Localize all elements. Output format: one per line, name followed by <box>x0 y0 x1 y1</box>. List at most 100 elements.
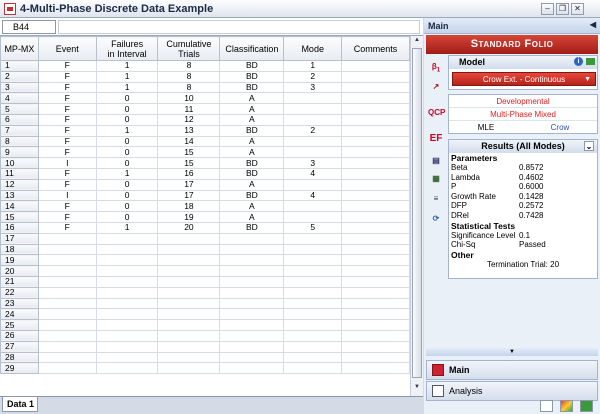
column-header-1[interactable]: Event <box>37 36 97 61</box>
cell-event[interactable] <box>37 319 97 331</box>
ef-icon[interactable]: EF <box>428 131 444 147</box>
calculate-icon[interactable] <box>560 400 573 412</box>
cell-comments[interactable] <box>341 275 410 288</box>
cell-trials[interactable]: 11 <box>157 103 221 115</box>
cell-cls[interactable] <box>219 286 285 299</box>
panel-collapse-icon[interactable]: ◀ <box>590 20 596 29</box>
qcp-icon[interactable]: QCP <box>428 105 445 121</box>
cell-fail[interactable] <box>95 265 159 277</box>
cell-mode[interactable]: 3 <box>283 81 343 94</box>
cell-trials[interactable] <box>157 308 221 321</box>
row-header[interactable]: 10 <box>0 157 39 169</box>
cell-comments[interactable] <box>341 92 410 105</box>
cell-cls[interactable] <box>219 275 285 288</box>
cell-event[interactable] <box>37 286 97 299</box>
cell-event[interactable]: I <box>37 189 97 202</box>
cell-cls[interactable]: A <box>219 200 285 213</box>
cell-comments[interactable] <box>341 211 410 223</box>
cell-fail[interactable] <box>95 232 159 245</box>
cell-mode[interactable] <box>283 243 343 256</box>
cell-cls[interactable]: A <box>219 146 285 159</box>
cell-event[interactable]: F <box>37 178 97 191</box>
scroll-thumb[interactable] <box>412 48 422 378</box>
cell-trials[interactable] <box>157 340 221 353</box>
cell-trials[interactable]: 8 <box>157 70 221 83</box>
wizard-icon[interactable]: ≡ <box>428 191 444 207</box>
results-options-chevron-icon[interactable]: ⌄ <box>584 141 594 151</box>
nav-analysis-button[interactable]: Analysis <box>426 381 598 401</box>
row-header[interactable]: 3 <box>0 81 39 94</box>
row-header[interactable]: 26 <box>0 329 39 342</box>
cell-event[interactable] <box>37 297 97 310</box>
cell-fail[interactable] <box>95 319 159 331</box>
cell-event[interactable] <box>37 362 97 375</box>
row-header[interactable]: 9 <box>0 146 39 159</box>
row-header[interactable]: 18 <box>0 243 39 256</box>
cell-cls[interactable] <box>219 319 285 331</box>
cell-cls[interactable] <box>219 232 285 245</box>
cell-comments[interactable] <box>341 308 410 321</box>
cell-event[interactable]: F <box>37 167 97 180</box>
formula-input[interactable] <box>58 20 420 34</box>
cell-fail[interactable]: 1 <box>95 81 159 94</box>
cell-comments[interactable] <box>341 286 410 299</box>
row-header[interactable]: 21 <box>0 275 39 288</box>
row-header[interactable]: 13 <box>0 189 39 202</box>
spreadsheet-grid[interactable]: MP-MX Event Failures in Interval Cumulative… <box>0 36 410 396</box>
cell-mode[interactable] <box>283 232 343 245</box>
cell-comments[interactable] <box>341 70 410 83</box>
cell-comments[interactable] <box>341 103 410 115</box>
plot-icon[interactable]: ↗ <box>428 79 444 95</box>
cell-event[interactable]: F <box>37 221 97 234</box>
cell-mode[interactable] <box>283 103 343 115</box>
cell-trials[interactable]: 20 <box>157 221 221 234</box>
cell-cls[interactable]: BD <box>219 221 285 234</box>
column-header-0[interactable]: MP-MX <box>0 36 39 61</box>
row-header[interactable]: 1 <box>0 60 39 72</box>
report-icon[interactable]: ▤ <box>428 153 444 169</box>
cell-fail[interactable] <box>95 329 159 342</box>
cell-event[interactable] <box>37 265 97 277</box>
cell-reference-box[interactable]: B44 <box>2 20 56 34</box>
cell-comments[interactable] <box>341 265 410 277</box>
cell-comments[interactable] <box>341 167 410 180</box>
cell-trials[interactable]: 16 <box>157 167 221 180</box>
scroll-down-arrow[interactable]: ▼ <box>412 384 422 394</box>
cell-trials[interactable] <box>157 232 221 245</box>
cell-comments[interactable] <box>341 157 410 169</box>
cell-mode[interactable] <box>283 146 343 159</box>
cell-cls[interactable] <box>219 362 285 375</box>
cell-cls[interactable]: A <box>219 135 285 148</box>
cell-trials[interactable] <box>157 275 221 288</box>
cell-trials[interactable]: 10 <box>157 92 221 105</box>
cell-comments[interactable] <box>341 200 410 213</box>
nav-main-button[interactable]: Main <box>426 360 598 380</box>
cell-fail[interactable]: 0 <box>95 103 159 115</box>
column-header-3[interactable]: Cumulative Trials <box>157 36 221 61</box>
cell-mode[interactable] <box>283 178 343 191</box>
cell-event[interactable]: F <box>37 92 97 105</box>
cell-trials[interactable]: 8 <box>157 60 221 72</box>
cell-cls[interactable]: BD <box>219 70 285 83</box>
cell-fail[interactable] <box>95 297 159 310</box>
cell-mode[interactable] <box>283 351 343 364</box>
cell-event[interactable] <box>37 329 97 342</box>
cell-fail[interactable] <box>95 243 159 256</box>
cell-cls[interactable]: BD <box>219 81 285 94</box>
cell-cls[interactable]: A <box>219 103 285 115</box>
cell-event[interactable] <box>37 275 97 288</box>
cell-cls[interactable] <box>219 297 285 310</box>
cell-cls[interactable]: A <box>219 178 285 191</box>
cell-trials[interactable]: 17 <box>157 178 221 191</box>
vertical-scrollbar[interactable]: ▲ ▼ <box>410 36 423 396</box>
cell-fail[interactable] <box>95 308 159 321</box>
cell-event[interactable] <box>37 254 97 267</box>
cell-comments[interactable] <box>341 189 410 202</box>
cell-fail[interactable] <box>95 340 159 353</box>
cell-cls[interactable] <box>219 254 285 267</box>
row-header[interactable]: 22 <box>0 286 39 299</box>
row-header[interactable]: 11 <box>0 167 39 180</box>
cell-trials[interactable] <box>157 297 221 310</box>
cell-comments[interactable] <box>341 329 410 342</box>
scroll-up-arrow[interactable]: ▲ <box>412 37 422 47</box>
